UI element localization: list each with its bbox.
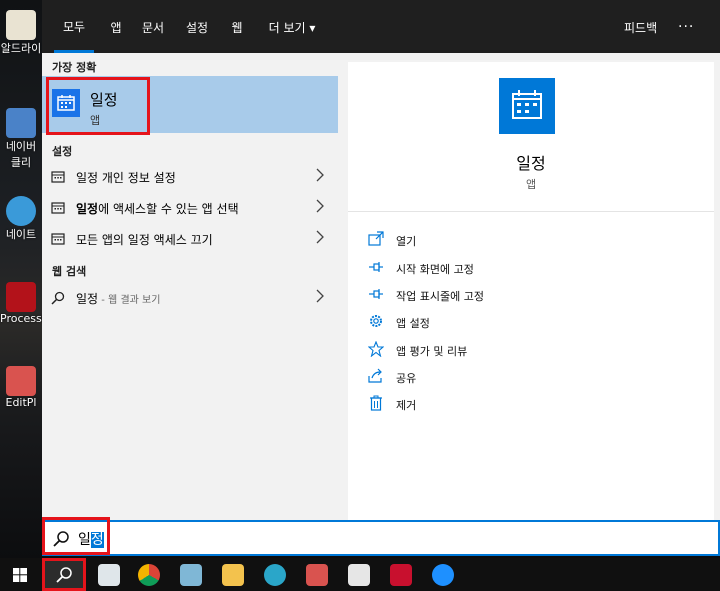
settings-result-turn-off[interactable]: 모든 앱의 일정 액세스 끄기 [42,223,338,253]
taskbar-app-chrome[interactable] [128,558,168,591]
desktop-icon-aldrive[interactable]: 알드라이 [0,10,42,56]
result-label: 일정 - 웹 결과 보기 [76,290,160,307]
desktop-icon-label: ProcessC [0,312,42,325]
desktop-icon-process[interactable]: ProcessC [0,282,42,325]
gear-icon [370,315,382,327]
best-match-heading: 가장 정확 [52,61,97,74]
preview-header: 일정 앱 [348,62,714,212]
chevron-right-icon[interactable] [312,229,328,245]
action-label: 시작 화면에 고정 [396,263,474,276]
desktop-icon-label: 네이버 [5,140,37,153]
editplus-icon [306,564,328,586]
result-label-rest: 에 액세스할 수 있는 앱 선택 [98,202,239,216]
chevron-right-icon[interactable] [312,288,328,304]
settings-result-privacy[interactable]: 일정 개인 정보 설정 [42,161,338,191]
result-label: 일정 개인 정보 설정 [76,171,176,185]
web-query: 일정 [76,292,99,306]
taskbar-app-red[interactable] [380,558,420,591]
start-button[interactable] [0,558,40,591]
pin-icon [369,289,383,299]
chrome-icon [138,564,160,586]
action-label: 작업 표시줄에 고정 [396,290,484,303]
taskbar-app-aldrive[interactable] [88,558,128,591]
results-pane: 가장 정확 일정 앱 설정 일정 개인 정보 설정 일정에 액세스할 수 있는 … [42,53,338,520]
open-icon [368,231,384,246]
result-label: 모든 앱의 일정 액세스 끄기 [76,233,213,247]
search-icon [51,291,65,305]
desktop-icon-label: 네이트 [5,228,37,241]
tab-documents[interactable]: 문서 [138,0,168,53]
trash-icon [370,395,382,411]
web-query-suffix: - 웹 결과 보기 [98,295,161,306]
search-window: 모두 앱 문서 설정 웹 더 보기 ▾ 피드백 ··· 가장 정확 일정 앱 설… [42,0,720,556]
taskbar-app-editplus[interactable] [296,558,336,591]
chevron-right-icon[interactable] [312,167,328,183]
preview-app-name: 일정 [516,154,546,173]
settings-page-icon [51,202,65,214]
web-search-result[interactable]: 일정 - 웹 결과 보기 [42,282,338,312]
settings-heading: 설정 [52,145,73,158]
preview-app-type: 앱 [525,178,537,191]
taskbar-app-aldrive-2[interactable] [338,558,378,591]
aldrive-icon [6,10,36,40]
annotation-highlight [42,517,110,555]
tab-all[interactable]: 모두 [54,0,94,53]
desktop-icon-label: 클리 [10,156,32,169]
aldrive-icon [348,564,370,586]
desktop-icon-label: EditPl [5,396,37,409]
more-options-button[interactable]: ··· [678,0,694,55]
desktop-icon-nate[interactable]: 네이트 [0,196,42,242]
taskbar-app-notes[interactable] [170,558,210,591]
nate-icon [264,564,286,586]
feedback-button[interactable]: 피드백 [624,0,657,57]
action-label: 열기 [396,235,417,248]
calendar-icon [499,78,555,134]
app-icon [390,564,412,586]
editplus-icon [6,366,36,396]
annotation-highlight [46,77,150,135]
preview-pane: 일정 앱 열기 시작 화면에 고정 작업 표시줄에 고정 앱 설정 앱 평가 및… [348,62,714,520]
aldrive-icon [98,564,120,586]
result-label: 일정에 액세스할 수 있는 앱 선택 [76,200,239,217]
action-label: 앱 평가 및 리뷰 [396,345,468,358]
folder-icon [222,564,244,586]
desktop-icon-naver-cleaner[interactable]: 네이버 클리 [0,108,42,170]
pin-icon [369,262,383,272]
share-icon [368,368,382,383]
star-icon [368,341,384,357]
action-label: 제거 [396,399,417,412]
process-icon [6,282,36,312]
result-label-match: 일정 [76,202,99,216]
taskbar [0,558,720,591]
settings-page-icon [51,171,65,183]
settings-page-icon [51,233,65,245]
search-input[interactable]: 일정 [42,520,720,556]
settings-result-choose-apps[interactable]: 일정에 액세스할 수 있는 앱 선택 [42,192,338,222]
annotation-highlight [42,558,86,591]
chevron-right-icon[interactable] [312,198,328,214]
taskbar-app-ie[interactable] [422,558,462,591]
taskbar-app-explorer[interactable] [212,558,252,591]
desktop-icon-label: 알드라이 [0,42,42,55]
taskbar-app-nate[interactable] [254,558,294,591]
tab-settings[interactable]: 설정 [182,0,212,53]
desktop-icon-editplus[interactable]: EditPl [0,366,42,409]
naver-cleaner-icon [6,108,36,138]
internet-explorer-icon [432,564,454,586]
action-label: 공유 [396,372,417,385]
search-filter-bar: 모두 앱 문서 설정 웹 더 보기 ▾ 피드백 ··· [42,0,720,53]
windows-logo-icon [13,568,27,582]
web-search-heading: 웹 검색 [52,265,87,278]
action-label: 앱 설정 [396,317,430,330]
notes-icon [180,564,202,586]
tab-more[interactable]: 더 보기 ▾ [262,0,322,53]
tab-web[interactable]: 웹 [226,0,248,53]
nate-icon [6,196,36,226]
tab-apps[interactable]: 앱 [102,0,130,53]
